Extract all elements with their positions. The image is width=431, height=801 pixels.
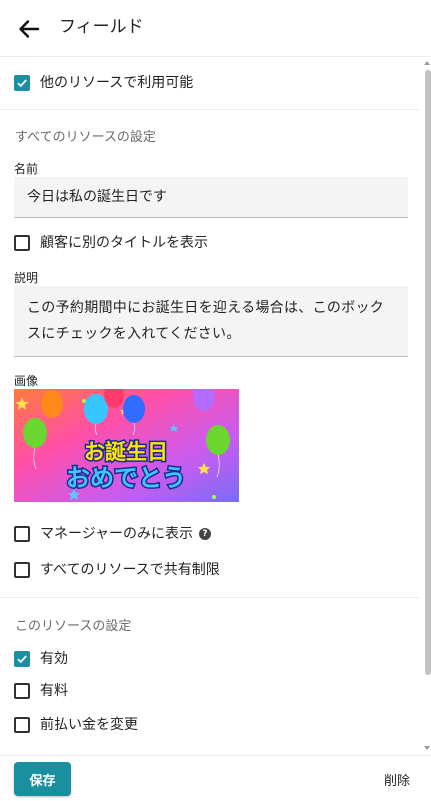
change-deposit-label: 前払い金を変更 bbox=[40, 717, 138, 733]
header: フィールド bbox=[0, 0, 431, 57]
scroll-down-arrow-icon[interactable] bbox=[424, 746, 430, 750]
paid-label: 有料 bbox=[40, 683, 68, 699]
description-textarea[interactable]: この予約期間中にお誕生日を迎える場合は、このボックスにチェックを入れてください。 bbox=[14, 286, 408, 357]
delete-button[interactable]: 削除 bbox=[384, 770, 410, 789]
checkbox-checked-icon bbox=[14, 75, 30, 91]
checkbox-unchecked-icon bbox=[14, 562, 30, 578]
question-circle-icon[interactable]: ? bbox=[199, 528, 212, 540]
manager-only-checkbox[interactable]: マネージャーのみに表示 ? bbox=[14, 525, 212, 543]
enabled-label: 有効 bbox=[40, 651, 68, 667]
scrollbar-thumb[interactable] bbox=[425, 70, 431, 675]
customer-title-label: 顧客に別のタイトルを表示 bbox=[40, 235, 208, 251]
divider bbox=[0, 109, 419, 110]
name-label: 名前 bbox=[14, 162, 39, 176]
checkbox-unchecked-icon bbox=[14, 526, 30, 542]
checkbox-unchecked-icon bbox=[14, 717, 30, 733]
scroll-up-arrow-icon[interactable] bbox=[424, 61, 430, 65]
description-label: 説明 bbox=[14, 271, 39, 285]
all-resources-section-title: すべてのリソースの設定 bbox=[15, 130, 156, 145]
checkbox-unchecked-icon bbox=[14, 235, 30, 251]
shared-limit-label: すべてのリソースで共有制限 bbox=[40, 562, 220, 578]
banner-line1-text: お誕生日 bbox=[84, 440, 168, 464]
this-resource-section-title: このリソースの設定 bbox=[15, 619, 132, 634]
save-button[interactable]: 保存 bbox=[14, 762, 71, 796]
manager-only-label: マネージャーのみに表示 bbox=[40, 526, 194, 542]
page-title: フィールド bbox=[59, 17, 144, 37]
divider bbox=[0, 597, 419, 598]
footer: 保存 削除 bbox=[0, 755, 431, 801]
available-other-resources-checkbox[interactable]: 他のリソースで利用可能 bbox=[14, 74, 193, 92]
customer-title-checkbox[interactable]: 顧客に別のタイトルを表示 bbox=[14, 234, 208, 252]
image-label: 画像 bbox=[14, 374, 39, 388]
form-scroll-area[interactable]: 他のリソースで利用可能 すべてのリソースの設定 名前 今日は私の誕生日です 顧客… bbox=[0, 58, 419, 755]
name-input[interactable]: 今日は私の誕生日です bbox=[14, 177, 408, 218]
shared-limit-checkbox[interactable]: すべてのリソースで共有制限 bbox=[14, 561, 220, 579]
enabled-checkbox[interactable]: 有効 bbox=[14, 650, 68, 668]
checkbox-checked-icon bbox=[14, 651, 30, 667]
arrow-left-icon bbox=[19, 20, 40, 38]
change-deposit-checkbox[interactable]: 前払い金を変更 bbox=[14, 716, 138, 734]
banner-line2-text: おめでとう bbox=[66, 464, 186, 492]
birthday-image[interactable]: お誕生日 おめでとう bbox=[14, 382, 239, 502]
available-other-resources-label: 他のリソースで利用可能 bbox=[40, 75, 194, 91]
paid-checkbox[interactable]: 有料 bbox=[14, 682, 68, 700]
checkbox-unchecked-icon bbox=[14, 683, 30, 699]
back-button[interactable] bbox=[14, 14, 44, 44]
birthday-banner-image: お誕生日 おめでとう bbox=[14, 382, 239, 502]
